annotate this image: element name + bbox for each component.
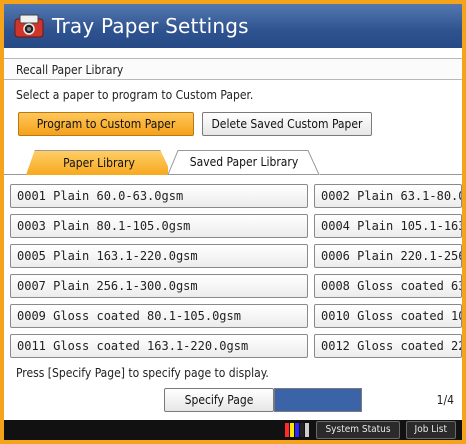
page-indicator: 1/4 (436, 393, 454, 407)
toner-yellow (290, 423, 295, 437)
list-item[interactable]: 0012 Gloss coated 220.1 (314, 334, 462, 358)
list-item[interactable]: 0007 Plain 256.1-300.0gsm (10, 274, 308, 298)
list-item[interactable]: 0006 Plain 220.1-256.0g (314, 244, 462, 268)
instruction-text: Select a paper to program to Custom Pape… (16, 88, 254, 102)
title-bar: Tray Paper Settings (4, 4, 462, 48)
page-title: Tray Paper Settings (52, 14, 249, 38)
list-item[interactable]: 0009 Gloss coated 80.1-105.0gsm (10, 304, 308, 328)
program-to-custom-paper-button[interactable]: Program to Custom Paper (18, 112, 194, 136)
toner-grey (305, 423, 310, 437)
list-item[interactable]: 0010 Gloss coated 105.1 (314, 304, 462, 328)
specify-page-note: Press [Specify Page] to specify page to … (16, 366, 269, 380)
delete-saved-custom-paper-button[interactable]: Delete Saved Custom Paper (202, 112, 372, 136)
toner-red (285, 423, 290, 437)
list-item[interactable]: 0004 Plain 105.1-163.0g (314, 214, 462, 238)
toner-blue (295, 423, 300, 437)
specify-page-button[interactable]: Specify Page (164, 388, 274, 412)
toner-level-icon (285, 423, 310, 437)
list-item[interactable]: 0002 Plain 63.1-80.0gsm (314, 184, 462, 208)
job-list-button[interactable]: Job List (405, 421, 456, 439)
list-item[interactable]: 0011 Gloss coated 163.1-220.0gsm (10, 334, 308, 358)
list-item[interactable]: 0005 Plain 163.1-220.0gsm (10, 244, 308, 268)
page-entry-field[interactable] (274, 388, 362, 412)
tab-paper-library-label: Paper Library (63, 156, 135, 170)
list-item[interactable]: 0001 Plain 60.0-63.0gsm (10, 184, 308, 208)
tab-saved-paper-library[interactable]: Saved Paper Library (168, 150, 320, 175)
list-item[interactable]: 0008 Gloss coated 63.1- (314, 274, 462, 298)
list-item[interactable]: 0003 Plain 80.1-105.0gsm (10, 214, 308, 238)
toner-black (300, 423, 305, 437)
paper-library-list: 0001 Plain 60.0-63.0gsm 0002 Plain 63.1-… (4, 182, 462, 360)
tab-saved-paper-library-label: Saved Paper Library (189, 155, 299, 169)
screen: Tray Paper Settings Recall Paper Library… (4, 4, 462, 440)
status-bar: System Status Job List (4, 420, 462, 440)
tray-paper-icon (14, 13, 44, 39)
recall-paper-library-label: Recall Paper Library (4, 58, 462, 80)
tab-paper-library[interactable]: Paper Library (26, 150, 172, 175)
system-status-button[interactable]: System Status (316, 421, 400, 439)
